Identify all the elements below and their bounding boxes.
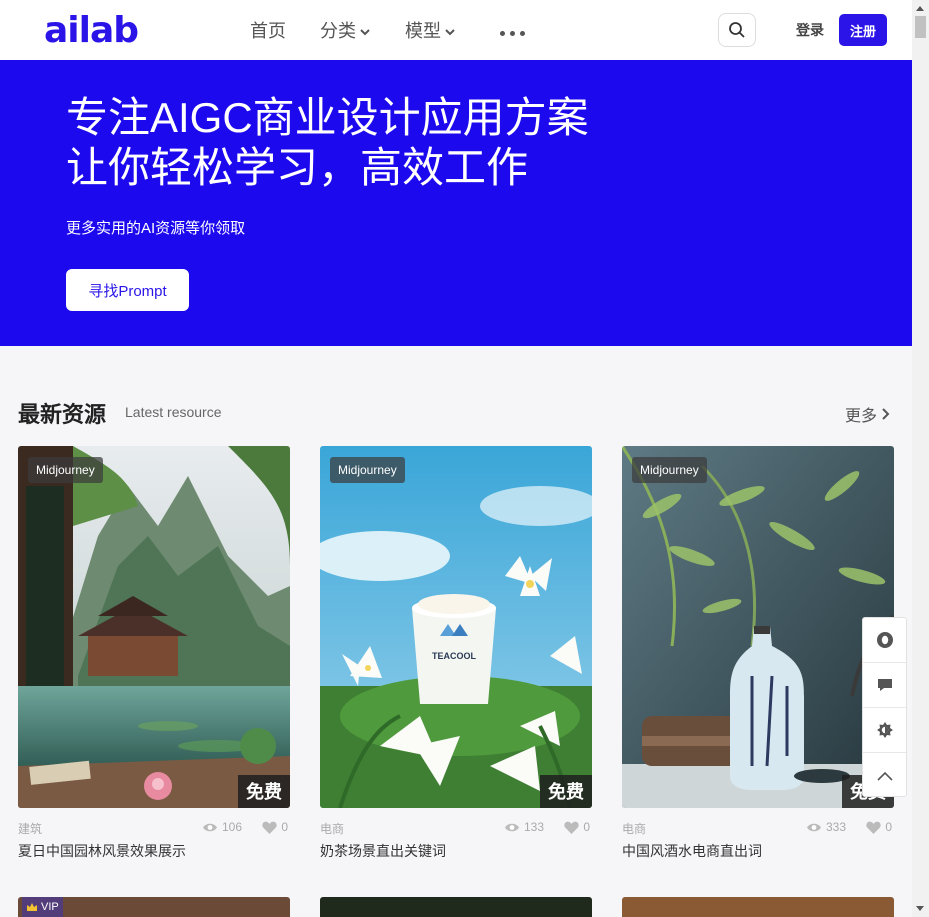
heart-icon [866,821,881,834]
vip-badge: VIP [22,897,63,917]
like-count-value: 0 [583,820,590,834]
more-menu-icon[interactable] [500,30,525,36]
heart-icon [262,821,277,834]
model-tag: Midjourney [330,457,405,483]
login-link[interactable]: 登录 [796,20,824,40]
card-title[interactable]: 奶茶场景直出关键词 [320,841,592,861]
scroll-thumb[interactable] [915,16,926,38]
hero-title-line1: 专注AIGC商业设计应用方案 [66,94,589,141]
scroll-up-icon[interactable] [916,6,924,11]
model-tag: Midjourney [28,457,103,483]
card-category[interactable]: 电商 [622,820,646,837]
resource-card[interactable]: TEACOOL Midjourney 免费 电商 133 0 奶茶场景直出关键词 [320,446,592,861]
card-meta: 建筑 106 0 [18,808,290,844]
floating-toolbar [862,617,907,797]
qq-icon [876,632,893,648]
theme-icon [876,722,893,738]
more-label: 更多 [845,408,878,425]
chat-button[interactable] [863,663,906,708]
nav-item-home[interactable]: 首页 [250,17,286,43]
section-subtitle: Latest resource [125,404,222,420]
chat-icon [877,679,892,691]
nav-item-label: 分类 [320,21,356,41]
page-scrollbar[interactable] [912,0,929,917]
like-count-value: 0 [885,820,892,834]
chevron-right-icon [882,408,890,420]
eye-icon [504,823,519,831]
card-image[interactable]: Midjourney 免费 [622,446,894,808]
eye-icon [202,823,217,831]
theme-toggle-button[interactable] [863,708,906,753]
view-count: 333 [806,820,846,834]
resource-card-partial[interactable] [622,897,894,917]
nav-item-label: 首页 [250,21,286,41]
register-button[interactable]: 注册 [839,14,887,46]
more-link[interactable]: 更多 [845,402,891,426]
card-meta: 电商 333 0 [622,808,894,844]
view-count: 106 [202,820,242,834]
model-tag: Midjourney [632,457,707,483]
like-count[interactable]: 0 [564,820,590,834]
logo[interactable]: ailab [44,12,139,50]
resource-card-partial[interactable] [320,897,592,917]
garden-image [18,446,290,808]
card-category[interactable]: 建筑 [18,820,42,837]
main-nav: 首页 分类 模型 [250,0,525,60]
chevron-down-icon [360,28,370,35]
hero-banner: 专注AIGC商业设计应用方案 让你轻松学习，高效工作 更多实用的AI资源等你领取… [0,60,912,346]
nav-item-label: 模型 [405,21,441,41]
hero-title-line2: 让你轻松学习，高效工作 [66,144,529,191]
top-header: ailab 首页 分类 模型 登录 注册 [0,0,912,60]
nav-item-category[interactable]: 分类 [320,17,371,43]
chevron-up-icon [876,771,893,781]
view-count-value: 333 [825,820,846,834]
card-image[interactable]: Midjourney 免费 [18,446,290,808]
eye-icon [806,823,821,831]
hero-title: 专注AIGC商业设计应用方案 让你轻松学习，高效工作 [66,93,589,193]
view-count-value: 133 [523,820,544,834]
view-count-value: 106 [221,820,242,834]
free-badge: 免费 [238,775,290,808]
free-badge: 免费 [540,775,592,808]
like-count[interactable]: 0 [866,820,892,834]
card-title[interactable]: 夏日中国园林风景效果展示 [18,841,290,861]
milk-tea-image: TEACOOL [320,446,592,808]
card-meta: 电商 133 0 [320,808,592,844]
section-title: 最新资源 [18,402,107,427]
card-title[interactable]: 中国风酒水电商直出词 [622,841,894,861]
resource-card[interactable]: Midjourney 免费 电商 333 0 中国风酒水电商直出词 [622,446,894,861]
liquor-bottle-image [622,446,894,808]
resource-card[interactable]: Midjourney 免费 建筑 106 0 夏日中国园林风景效果展示 [18,446,290,861]
search-icon [729,22,745,38]
like-count[interactable]: 0 [262,820,288,834]
qq-contact-button[interactable] [863,618,906,663]
scroll-down-icon[interactable] [916,906,924,911]
back-to-top-button[interactable] [863,753,906,798]
card-image[interactable]: TEACOOL Midjourney 免费 [320,446,592,808]
svg-text:TEACOOL: TEACOOL [432,651,477,661]
search-button[interactable] [718,13,756,47]
find-prompt-button[interactable]: 寻找Prompt [66,269,189,311]
view-count: 133 [504,820,544,834]
resource-card-partial[interactable]: VIP [18,897,290,917]
vip-label: VIP [41,901,59,913]
nav-item-model[interactable]: 模型 [405,17,456,43]
crown-icon [27,903,37,911]
hero-subtitle: 更多实用的AI资源等你领取 [66,220,246,237]
like-count-value: 0 [281,820,288,834]
chevron-down-icon [445,28,455,35]
card-category[interactable]: 电商 [320,820,344,837]
heart-icon [564,821,579,834]
